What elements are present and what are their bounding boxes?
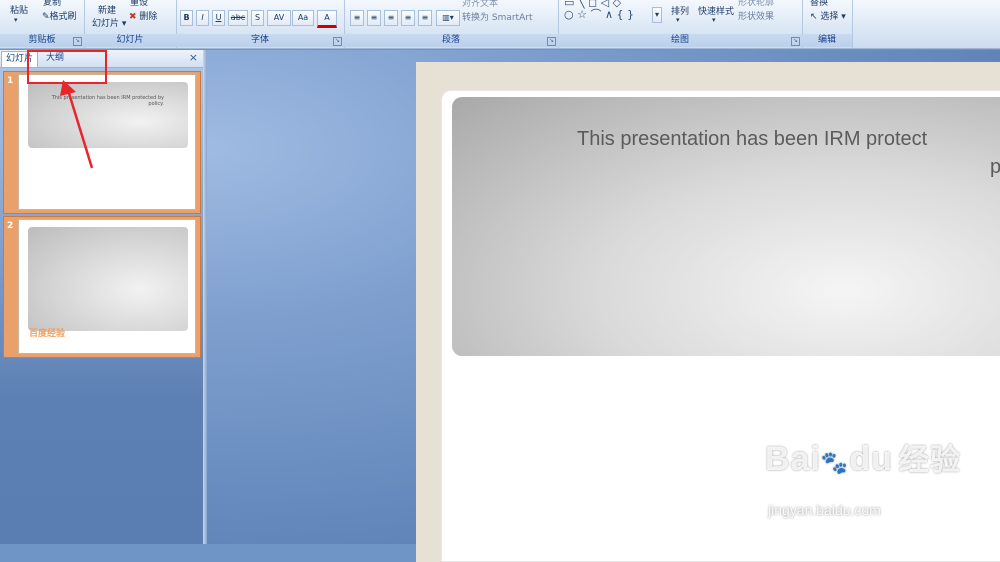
shapes-gallery-row2[interactable]: ○ ☆ ⌒ ∧ { } [564, 6, 634, 22]
distributed-icon[interactable]: ≡ [418, 10, 432, 26]
shapes-more-icon[interactable]: ▾ [652, 7, 662, 23]
font-group: B I U abc S AV Aa A 字体 ↘ [176, 0, 345, 48]
font-launcher-icon[interactable]: ↘ [333, 37, 342, 46]
thumbnail-canvas: This presentation has been IRM protected… [18, 74, 196, 210]
select-button[interactable]: ↖ 选择 ▾ [810, 9, 846, 22]
paragraph-group: ≡ ≡ ≡ ≡ ≡ ▥▾ 对齐文本 转换为 SmartArt 段落 ↘ [344, 0, 559, 48]
close-icon[interactable]: × [189, 51, 198, 64]
thumbnail-title-box [28, 227, 188, 331]
align-left-icon[interactable]: ≡ [350, 10, 364, 26]
delete-icon: ✖ [129, 12, 137, 22]
slide-number: 1 [7, 76, 14, 86]
clipboard-group: 粘贴 ▾ 复制 ✎格式刷 剪贴板 ↘ [0, 0, 85, 48]
quick-styles-button[interactable]: 快速样式 [698, 4, 734, 17]
shadow-button[interactable]: S [251, 10, 264, 26]
italic-button[interactable]: I [196, 10, 209, 26]
copy-button[interactable]: 复制 [43, 0, 61, 8]
change-case-button[interactable]: Aa [292, 10, 314, 26]
watermark-brand: Bai [765, 440, 821, 478]
watermark-url: jingyan.baidu.com [768, 502, 881, 518]
new-slide-button[interactable]: 新建 [98, 3, 116, 16]
strikethrough-button[interactable]: abc [228, 10, 248, 26]
thumbnail-title: This presentation has been IRM protected… [51, 95, 164, 107]
delete-button[interactable]: ✖ 删除 [129, 9, 157, 22]
thumbnail-title-box [28, 82, 188, 148]
bold-button[interactable]: B [180, 10, 193, 26]
thumbnail-watermark: 百度经验 [29, 329, 66, 339]
drawing-launcher-icon[interactable]: ↘ [791, 37, 800, 46]
reset-button[interactable]: 重设 [130, 0, 148, 8]
char-spacing-button[interactable]: AV [267, 10, 291, 26]
new-slide-dropdown[interactable]: 幻灯片 ▾ [92, 16, 126, 29]
arrange-dropdown-icon[interactable]: ▾ [676, 16, 680, 24]
drawing-group-label: 绘图 [558, 34, 802, 47]
editing-group-label: 编辑 [802, 34, 852, 47]
underline-button[interactable]: U [212, 10, 225, 26]
clipboard-launcher-icon[interactable]: ↘ [73, 37, 82, 46]
watermark-cn: 经验 [898, 444, 961, 477]
paw-icon: 🐾 [820, 450, 850, 475]
brush-icon: ✎ [42, 12, 50, 22]
arrange-button[interactable]: 排列 [671, 4, 689, 17]
align-center-icon[interactable]: ≡ [367, 10, 381, 26]
slides-group-label: 幻灯片 [84, 34, 176, 47]
convert-smartart-button[interactable]: 转换为 SmartArt [462, 10, 532, 23]
editing-group: 替换 ↖ 选择 ▾ 编辑 [802, 0, 853, 48]
clipboard-group-label: 剪贴板 [0, 34, 84, 47]
slides-group: 新建 幻灯片 ▾ 重设 ✖ 删除 幻灯片 [84, 0, 177, 48]
ribbon: 粘贴 ▾ 复制 ✎格式刷 剪贴板 ↘ 新建 幻灯片 ▾ 重设 ✖ 删除 幻灯片 … [0, 0, 1000, 49]
paste-dropdown-icon[interactable]: ▾ [14, 16, 18, 24]
paragraph-launcher-icon[interactable]: ↘ [547, 37, 556, 46]
slide-title-line2: p [990, 156, 1000, 178]
baidu-watermark: Bai🐾du 经验 [765, 435, 961, 479]
watermark-brand2: du [849, 440, 893, 478]
drawing-group: ▭ ╲ ◻ ◁ ◇ ○ ☆ ⌒ ∧ { } ▾ 排列 ▾ 快速样式 ▾ 形状轮廓… [558, 0, 803, 48]
format-painter-button[interactable]: ✎格式刷 [42, 9, 77, 22]
slide-title[interactable]: This presentation has been IRM protect [577, 128, 1000, 151]
justify-icon[interactable]: ≡ [401, 10, 415, 26]
slide-number: 2 [7, 221, 14, 231]
shape-effects-button[interactable]: 形状效果 [738, 9, 774, 22]
align-text-button[interactable]: 对齐文本 [462, 0, 498, 9]
cursor-icon: ↖ [810, 12, 818, 22]
font-color-button[interactable]: A [317, 10, 337, 28]
font-group-label: 字体 [176, 34, 344, 47]
highlight-box [27, 50, 107, 84]
paragraph-group-label: 段落 [344, 34, 558, 47]
quick-styles-dropdown-icon[interactable]: ▾ [712, 16, 716, 24]
thumbnail-canvas: 百度经验 [18, 219, 196, 354]
shape-outline-button[interactable]: 形状轮廓 [738, 0, 774, 8]
columns-icon[interactable]: ▥▾ [436, 10, 460, 26]
slides-pane: 幻灯片 大纲 × 1 This presentation has been IR… [0, 50, 203, 544]
slide-thumbnail-1[interactable]: 1 This presentation has been IRM protect… [3, 71, 201, 214]
slide-thumbnail-2[interactable]: 2 百度经验 [3, 216, 201, 358]
replace-button[interactable]: 替换 [810, 0, 828, 8]
paste-button[interactable]: 粘贴 [10, 3, 28, 16]
align-right-icon[interactable]: ≡ [384, 10, 398, 26]
